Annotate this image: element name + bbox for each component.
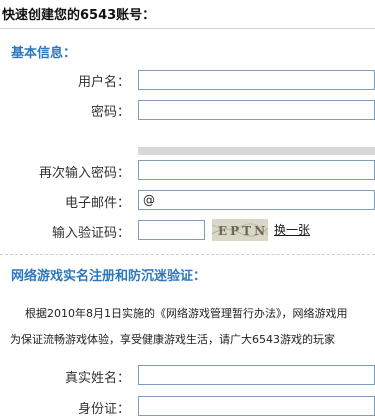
- notice-line-1: 根据2010年8月1日实施的《网络游戏管理暂行办法》，网络游戏用: [25, 307, 348, 320]
- id-card-input[interactable]: [138, 396, 375, 416]
- notice-line-2: 为保证流畅游戏体验，享受健康游戏生活，请广大6543游戏的玩家: [10, 333, 335, 346]
- title-divider: [0, 28, 375, 29]
- captcha-input[interactable]: [138, 220, 205, 240]
- real-name-label: 真实姓名：: [64, 371, 130, 386]
- password-input[interactable]: [138, 100, 375, 120]
- section-divider: [0, 254, 375, 255]
- password-label: 密码：: [90, 105, 130, 120]
- captcha-label: 输入验证码：: [51, 226, 130, 241]
- basic-info-title: 基本信息：: [11, 46, 77, 61]
- username-label: 用户名：: [77, 75, 130, 90]
- change-captcha-link[interactable]: 换一张: [274, 221, 310, 238]
- captcha-text: EPTN: [218, 224, 268, 238]
- id-card-label: 身份证：: [77, 402, 130, 417]
- confirm-password-label: 再次输入密码：: [38, 166, 130, 181]
- realname-section-title: 网络游戏实名注册和防沉迷验证：: [11, 269, 207, 284]
- real-name-input[interactable]: [138, 365, 375, 385]
- username-input[interactable]: [138, 70, 375, 90]
- email-label: 电子邮件：: [64, 196, 130, 211]
- captcha-image[interactable]: EPTN: [212, 219, 268, 241]
- email-input[interactable]: [138, 190, 375, 210]
- password-strength-bar: [138, 147, 375, 155]
- confirm-password-input[interactable]: [138, 160, 375, 180]
- page-title: 快速创建您的6543账号：: [2, 8, 156, 23]
